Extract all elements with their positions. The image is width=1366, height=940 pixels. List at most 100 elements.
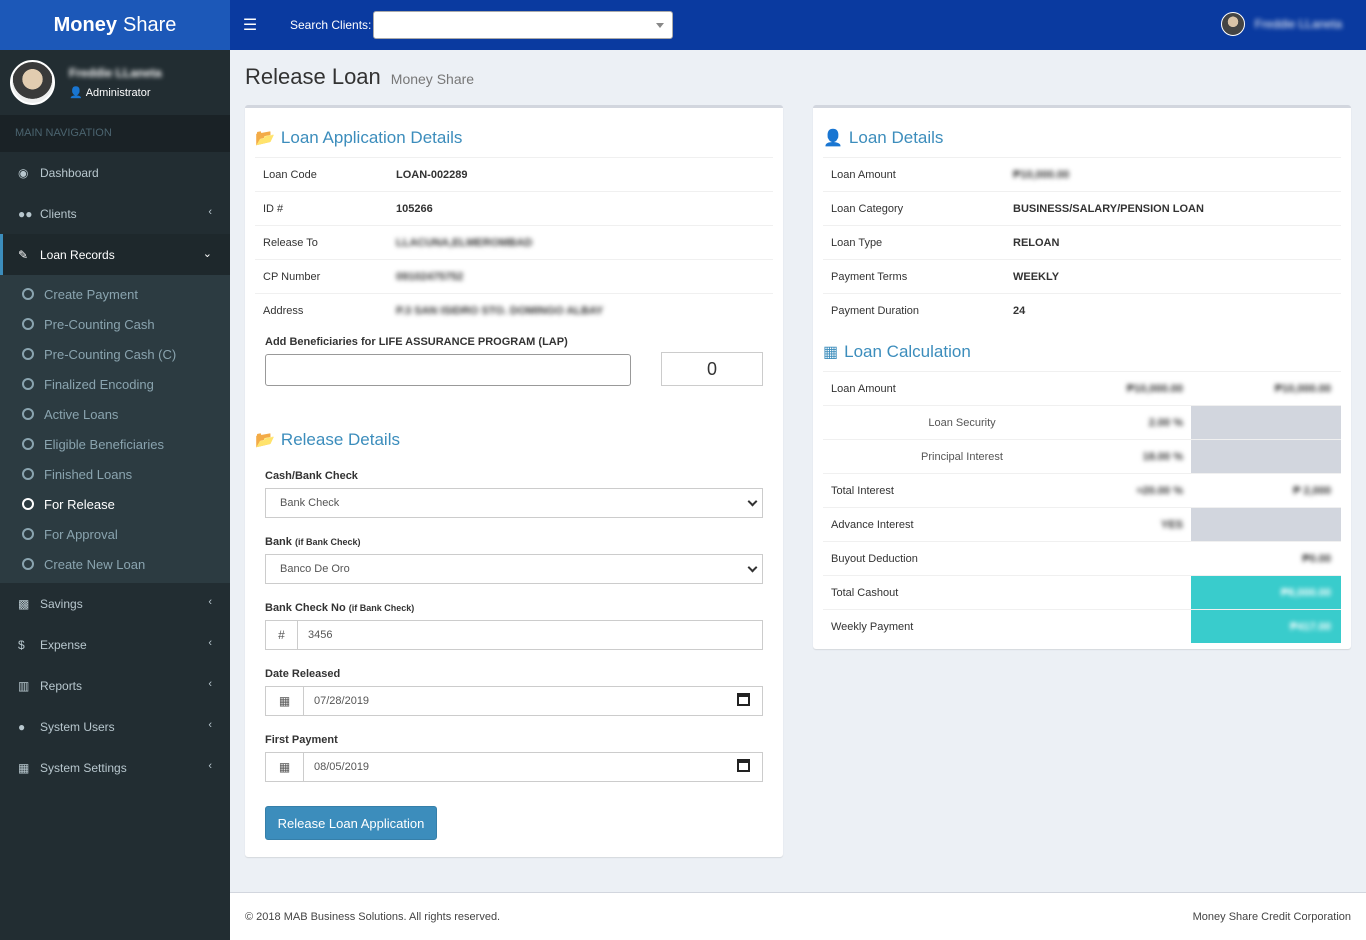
sidebar-item-label: Eligible Beneficiaries: [44, 436, 164, 452]
sidebar-subitem-for-release[interactable]: For Release: [0, 489, 230, 519]
first-payment-input[interactable]: 08/05/2019: [304, 753, 762, 781]
app-logo[interactable]: Money Share: [0, 0, 230, 50]
calendar-picker-icon[interactable]: [737, 759, 750, 772]
brand-rest: Share: [122, 13, 177, 36]
info-row-address: Address P.3 SAN ISIDRO STO. DOMINGO ALBAY: [255, 294, 773, 328]
edit-icon: ✎: [18, 247, 29, 262]
sidebar-subitem-for-approval[interactable]: For Approval: [0, 519, 230, 549]
info-value: ₱10,000.00: [1013, 168, 1070, 181]
search-clients-select[interactable]: [373, 11, 674, 39]
sidebar-subitem-pre-counting-cash[interactable]: Pre-Counting Cash: [0, 309, 230, 339]
release-loan-button[interactable]: Release Loan Application: [265, 806, 437, 840]
info-value: 09102475752: [396, 270, 464, 283]
circle-icon: [22, 408, 34, 420]
calendar-icon: ▦: [266, 753, 304, 781]
chevron-down-icon: [656, 23, 665, 28]
calc-value: 18.00 %: [1142, 450, 1183, 463]
sidebar-item-label: Expense: [40, 637, 87, 652]
sidebar-item-label: Pre-Counting Cash: [44, 316, 155, 332]
circle-icon: [22, 378, 34, 390]
date-released-label: Date Released: [265, 668, 341, 680]
calc-row-total-interest: Total Interest ≈20.00 % ₱ 2,000: [823, 474, 1341, 508]
section-title-calculation: ▦ Loan Calculation: [823, 332, 1341, 372]
sidebar-subitem-finalized-encoding[interactable]: Finalized Encoding: [0, 369, 230, 399]
bank-label: Bank (if Bank Check): [265, 536, 773, 548]
sidebar-item-label: Reports: [40, 678, 83, 693]
calc-highlight-cell: ₱8,000.00: [1191, 576, 1341, 609]
avatar: [10, 60, 55, 105]
sidebar-item-expense[interactable]: $ Expense ‹: [0, 624, 230, 665]
avatar: [1220, 12, 1245, 36]
sidebar-item-label: Finalized Encoding: [44, 376, 154, 392]
chevron-left-icon: ‹: [208, 206, 212, 218]
info-row-release-to: Release To LLACUNA,ELMEROMBAD: [255, 226, 773, 260]
chevron-left-icon: ‹: [208, 637, 212, 649]
calc-label: Weekly Payment: [831, 621, 914, 633]
cash-bank-label: Cash/Bank Check: [265, 470, 358, 482]
info-value: LOAN-002289: [396, 168, 468, 181]
circle-icon: [22, 288, 34, 300]
chevron-down-icon: ⌄: [202, 248, 212, 260]
sidebar-item-clients[interactable]: ●● Clients ‹: [0, 193, 230, 234]
bank-check-value: 3456: [308, 629, 333, 641]
bank-check-input[interactable]: 3456: [298, 621, 762, 649]
user-menu[interactable]: Freddie LLaneta: [1220, 12, 1342, 36]
sidebar-item-dashboard[interactable]: ◉ Dashboard: [0, 152, 230, 193]
sidebar-subitem-create-new-loan[interactable]: Create New Loan: [0, 549, 230, 579]
calc-value: YES: [1160, 518, 1183, 531]
beneficiaries-count: 0: [661, 352, 763, 386]
sidebar-item-label: Savings: [40, 596, 83, 611]
sidebar-item-label: Loan Records: [40, 247, 115, 262]
info-label: Address: [263, 305, 304, 317]
bank-value: Banco De Oro: [280, 563, 350, 575]
info-label: Loan Code: [263, 168, 317, 181]
info-row-loan-type: Loan Type RELOAN: [823, 226, 1341, 260]
info-row-loan-category: Loan Category BUSINESS/SALARY/PENSION LOA…: [823, 192, 1341, 226]
circle-icon: [22, 318, 34, 330]
calc-empty-cell: [1191, 508, 1341, 541]
calc-label: Buyout Deduction: [831, 552, 918, 565]
sidebar-subitem-finished-loans[interactable]: Finished Loans: [0, 459, 230, 489]
sidebar-subitem-create-payment[interactable]: Create Payment: [0, 279, 230, 309]
sidebar-item-system-users[interactable]: ● System Users ‹: [0, 706, 230, 747]
info-value: 105266: [396, 202, 433, 215]
bank-select[interactable]: Banco De Oro: [265, 554, 763, 584]
user-panel: Freddie LLaneta 👤 Administrator: [0, 50, 230, 115]
table-icon: ▦: [18, 760, 30, 775]
cash-bank-select[interactable]: Bank Check: [265, 488, 763, 518]
sidebar-item-label: For Release: [44, 496, 115, 512]
info-value: BUSINESS/SALARY/PENSION LOAN: [1013, 202, 1204, 215]
sidebar-item-system-settings[interactable]: ▦ System Settings ‹: [0, 747, 230, 788]
beneficiaries-input[interactable]: [265, 354, 631, 386]
sidebar-item-loan-records[interactable]: ✎ Loan Records ⌄: [0, 234, 230, 275]
sidebar-item-label: Create New Loan: [44, 556, 146, 572]
folder-open-icon: 📂: [255, 129, 275, 147]
calc-label: Advance Interest: [831, 518, 914, 531]
info-label: Loan Type: [831, 236, 883, 249]
sidebar-subitem-eligible-beneficiaries[interactable]: Eligible Beneficiaries: [0, 429, 230, 459]
sidebar-toggle-icon[interactable]: ☰: [230, 0, 270, 50]
sidebar-item-label: For Approval: [44, 526, 118, 542]
info-row-loan-amount: Loan Amount ₱10,000.00: [823, 158, 1341, 192]
sidebar-item-reports[interactable]: ▥ Reports ‹: [0, 665, 230, 706]
calendar-picker-icon[interactable]: [737, 693, 750, 706]
chevron-left-icon: ‹: [208, 719, 212, 731]
calc-value: ₱8,000.00: [1280, 586, 1331, 599]
first-payment-value: 08/05/2019: [314, 761, 370, 773]
search-clients-label: Search Clients:: [290, 18, 372, 32]
sidebar-item-savings[interactable]: ▩ Savings ‹: [0, 583, 230, 624]
calculator-icon: ▦: [823, 343, 839, 361]
info-value: P.3 SAN ISIDRO STO. DOMINGO ALBAY: [396, 305, 604, 317]
calc-label: Total Interest: [831, 484, 894, 497]
calc-label: Total Cashout: [831, 586, 899, 599]
sidebar-subitem-pre-counting-cash-c[interactable]: Pre-Counting Cash (C): [0, 339, 230, 369]
chevron-down-icon: [747, 562, 758, 573]
hash-addon: #: [266, 621, 298, 649]
sidebar-item-label: Dashboard: [40, 165, 99, 180]
sidebar: Freddie LLaneta 👤 Administrator MAIN NAVI…: [0, 50, 230, 940]
sidebar-subitem-active-loans[interactable]: Active Loans: [0, 399, 230, 429]
sidebar-item-label: System Settings: [40, 760, 127, 775]
sidebar-user-name: Freddie LLaneta: [69, 66, 162, 80]
user-icon: ●: [18, 719, 26, 734]
date-released-input[interactable]: 07/28/2019: [304, 687, 762, 715]
